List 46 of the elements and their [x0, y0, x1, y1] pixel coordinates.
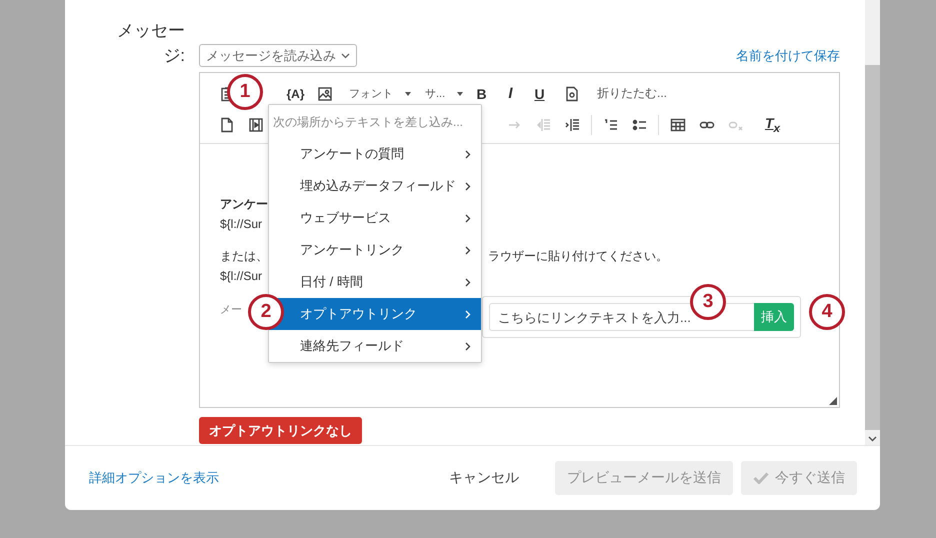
- font-dropdown[interactable]: フォント: [339, 82, 415, 104]
- scrollbar[interactable]: [865, 0, 880, 445]
- load-message-dropdown[interactable]: メッセージを読み込み: [199, 44, 357, 67]
- callout-number: 2: [248, 294, 284, 330]
- field-label: メッセー: [116, 20, 185, 42]
- bold-button[interactable]: B: [467, 82, 496, 104]
- size-dropdown[interactable]: サ...: [415, 82, 467, 104]
- italic-button[interactable]: I: [496, 82, 525, 104]
- show-details-link[interactable]: 詳細オプションを表示: [89, 469, 219, 487]
- chevron-right-icon: [465, 150, 471, 158]
- check-icon: [753, 472, 769, 484]
- chevron-right-icon: [465, 214, 471, 222]
- cancel-button[interactable]: キャンセル: [443, 468, 525, 488]
- chevron-right-icon: [465, 310, 471, 318]
- menu-item[interactable]: オプトアウトリンク: [269, 298, 481, 330]
- editor-text: メー: [220, 303, 242, 318]
- editor-text: ラウザーに貼り付けてください。: [488, 248, 668, 265]
- underline-button[interactable]: U: [525, 82, 554, 104]
- resize-handle-icon[interactable]: [829, 397, 837, 405]
- menu-search-field[interactable]: 次の場所からテキストを差し込み...: [269, 105, 481, 138]
- field-label: ジ:: [162, 45, 185, 67]
- no-opt-out-button[interactable]: オプトアウトリンクなし: [199, 417, 362, 444]
- save-as-link[interactable]: 名前を付けて保存: [736, 46, 840, 64]
- editor-text: ${l://Sur: [220, 216, 262, 233]
- clear-format-button[interactable]: T$_{x}$: [758, 114, 787, 136]
- menu-item[interactable]: ウェブサービス: [269, 202, 481, 234]
- chevron-right-icon: [465, 278, 471, 286]
- piped-text-button[interactable]: {A}: [281, 82, 310, 104]
- callout-number: 4: [809, 294, 845, 330]
- chevron-right-icon: [465, 246, 471, 254]
- chevron-down-icon: [341, 52, 350, 58]
- editor-text: または、: [220, 248, 268, 265]
- collapse-button[interactable]: 折りたたむ...: [597, 82, 668, 104]
- callout-number: 1: [227, 74, 263, 110]
- menu-item[interactable]: 連絡先フィールド: [269, 330, 481, 362]
- callout-number: 3: [690, 284, 726, 320]
- menu-item[interactable]: アンケートの質問: [269, 138, 481, 170]
- caret-icon: [405, 92, 411, 96]
- chevron-right-icon: [465, 182, 471, 190]
- chevron-right-icon: [465, 342, 471, 350]
- menu-item[interactable]: 日付 / 時間: [269, 266, 481, 298]
- menu-item[interactable]: 埋め込みデータフィールド: [269, 170, 481, 202]
- caret-icon: [457, 92, 464, 96]
- menu-item[interactable]: アンケートリンク: [269, 234, 481, 266]
- editor-text: ${l://Sur: [220, 268, 262, 285]
- editor-text: アンケー: [220, 196, 268, 213]
